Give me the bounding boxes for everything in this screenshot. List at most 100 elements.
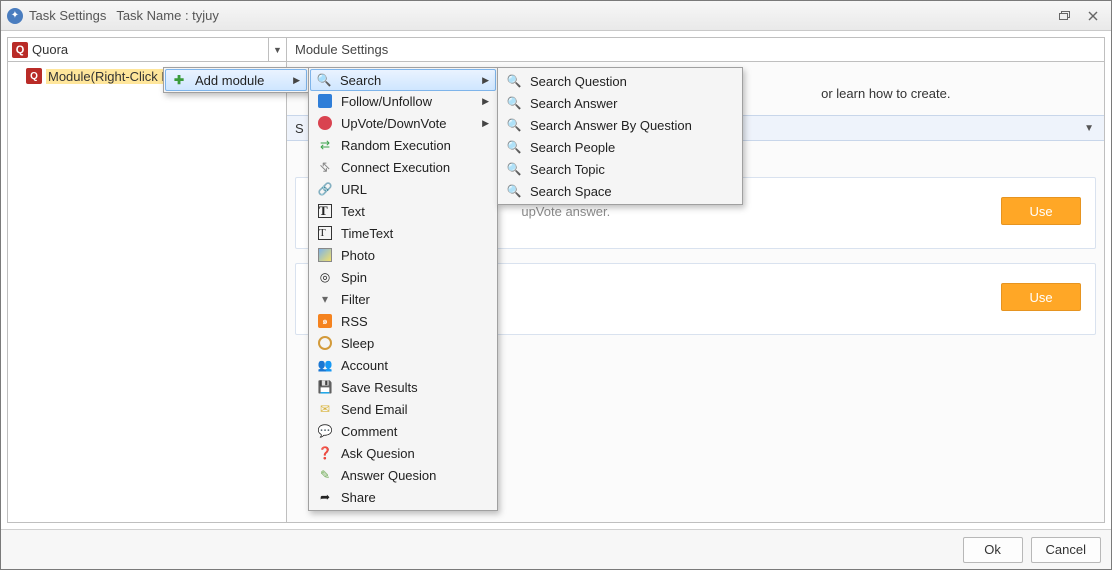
answer-icon: ✎: [315, 465, 335, 485]
menu-item-label: Answer Quesion: [341, 468, 475, 483]
chevron-down-icon: ▼: [1084, 123, 1094, 134]
site-combobox-value: Quora: [32, 42, 268, 57]
filter-icon: ▾: [315, 289, 335, 309]
menu-item-connect-execution[interactable]: ⇆Connect Execution: [311, 156, 495, 178]
menu-item-label: Search Topic: [530, 162, 720, 177]
menu-item-filter[interactable]: ▾ Filter: [311, 288, 495, 310]
menu-item-label: Send Email: [341, 402, 475, 417]
menu-item-timetext[interactable]: T TimeText: [311, 222, 495, 244]
menu-item-label: Ask Quesion: [341, 446, 475, 461]
menu-item-save-results[interactable]: 💾Save Results: [311, 376, 495, 398]
search-icon: 🔍: [504, 93, 524, 113]
menu-item-label: Search Answer: [530, 96, 720, 111]
menu-item-label: Search Answer By Question: [530, 118, 720, 133]
restore-button[interactable]: [1053, 6, 1077, 26]
ask-icon: ❓: [315, 443, 335, 463]
chevron-right-icon: ▶: [482, 118, 489, 129]
menu-item-share[interactable]: ➦Share: [311, 486, 495, 508]
menu-item-label: UpVote/DownVote: [341, 116, 475, 131]
menu-item-label: Search Space: [530, 184, 720, 199]
comment-icon: 💬: [315, 421, 335, 441]
menu-item-search-answer-by-question[interactable]: 🔍 Search Answer By Question: [500, 114, 740, 136]
menu-item-url[interactable]: 🔗 URL: [311, 178, 495, 200]
menu-item-send-email[interactable]: ✉Send Email: [311, 398, 495, 420]
menu-item-search-answer[interactable]: 🔍 Search Answer: [500, 92, 740, 114]
save-icon: 💾: [315, 377, 335, 397]
task-name-label: Task Name : tyjuy: [116, 8, 219, 23]
search-icon: 🔍: [504, 137, 524, 157]
search-icon: 🔍: [504, 115, 524, 135]
search-icon: 🔍: [504, 181, 524, 201]
chevron-right-icon: ▶: [482, 96, 489, 107]
follow-icon: [315, 91, 335, 111]
menu-item-follow-unfollow[interactable]: Follow/Unfollow ▶: [311, 90, 495, 112]
app-icon: ✦: [7, 8, 23, 24]
context-menu-level-1[interactable]: ✚ Add module ▶: [163, 67, 309, 93]
search-icon: 🔍: [504, 159, 524, 179]
menu-item-label: Search: [340, 73, 476, 88]
menu-item-search-space[interactable]: 🔍 Search Space: [500, 180, 740, 202]
menu-item-label: TimeText: [341, 226, 475, 241]
cancel-button[interactable]: Cancel: [1031, 537, 1101, 563]
quora-icon: Q: [12, 42, 28, 58]
context-menu-level-2[interactable]: 🔍 Search ▶ Follow/Unfollow ▶ UpVote/DownVote ▶…: [308, 67, 498, 511]
chevron-right-icon: ▶: [482, 75, 489, 86]
footer: Ok Cancel: [1, 529, 1111, 569]
hint-text-visible: or learn how to create.: [821, 86, 950, 101]
use-button[interactable]: Use: [1001, 197, 1081, 225]
menu-item-search-topic[interactable]: 🔍 Search Topic: [500, 158, 740, 180]
menu-item-label: Sleep: [341, 336, 475, 351]
menu-item-random-execution[interactable]: ⇄Random Execution: [311, 134, 495, 156]
menu-item-search-people[interactable]: 🔍Search People: [500, 136, 740, 158]
search-icon: 🔍: [504, 71, 524, 91]
quora-icon: Q: [26, 68, 42, 84]
menu-item-label: Account: [341, 358, 475, 373]
menu-item-text[interactable]: T Text: [311, 200, 495, 222]
menu-item-ask-quesion[interactable]: ❓ Ask Quesion: [311, 442, 495, 464]
module-tree[interactable]: Q Module(Right-Click Here): [8, 62, 286, 522]
menu-item-label: Comment: [341, 424, 475, 439]
menu-item-label: Spin: [341, 270, 475, 285]
left-panel: Q Quora ▼ Q Module(Right-Click Here): [7, 37, 287, 523]
menu-item-label: RSS: [341, 314, 475, 329]
menu-item-label: Text: [341, 204, 475, 219]
menu-item-label: Follow/Unfollow: [341, 94, 475, 109]
account-icon: 👥: [315, 355, 335, 375]
upvote-icon: [315, 113, 335, 133]
context-menu-level-3[interactable]: 🔍Search Question🔍Search Answer🔍Search An…: [497, 67, 743, 205]
module-settings-header: Module Settings: [287, 38, 1104, 62]
menu-item-comment[interactable]: 💬 Comment: [311, 420, 495, 442]
menu-item-label: URL: [341, 182, 475, 197]
menu-item-account[interactable]: 👥 Account: [311, 354, 495, 376]
menu-item-label: Share: [341, 490, 475, 505]
ok-button[interactable]: Ok: [963, 537, 1023, 563]
menu-item-photo[interactable]: Photo: [311, 244, 495, 266]
window-title: Task Settings: [29, 8, 106, 23]
menu-item-label: Photo: [341, 248, 475, 263]
menu-item-answer-quesion[interactable]: ✎ Answer Quesion: [311, 464, 495, 486]
sleep-icon: [315, 333, 335, 353]
task-settings-window: ✦ Task Settings Task Name : tyjuy Q Quor…: [0, 0, 1112, 570]
timetext-icon: T: [315, 223, 335, 243]
search-icon: 🔍: [314, 70, 334, 90]
menu-item-label: Random Execution: [341, 138, 475, 153]
menu-item-rss[interactable]: ๑RSS: [311, 310, 495, 332]
menu-item-label: Filter: [341, 292, 475, 307]
menu-item-add-module[interactable]: ✚ Add module ▶: [165, 69, 307, 91]
restore-icon: [1059, 11, 1071, 21]
menu-item-sleep[interactable]: Sleep: [311, 332, 495, 354]
use-button[interactable]: Use: [1001, 283, 1081, 311]
close-button[interactable]: [1081, 6, 1105, 26]
close-icon: [1087, 10, 1099, 22]
photo-icon: [315, 245, 335, 265]
menu-item-search[interactable]: 🔍 Search ▶: [310, 69, 496, 91]
text-icon: T: [315, 201, 335, 221]
menu-item-search-question[interactable]: 🔍Search Question: [500, 70, 740, 92]
menu-item-label: Connect Execution: [341, 160, 475, 175]
menu-item-spin[interactable]: ◎Spin: [311, 266, 495, 288]
link-icon: 🔗: [315, 179, 335, 199]
plus-icon: ✚: [169, 70, 189, 90]
site-combobox[interactable]: Q Quora ▼: [8, 38, 286, 62]
chevron-down-icon[interactable]: ▼: [268, 38, 286, 61]
menu-item-upvote-downvote[interactable]: UpVote/DownVote ▶: [311, 112, 495, 134]
